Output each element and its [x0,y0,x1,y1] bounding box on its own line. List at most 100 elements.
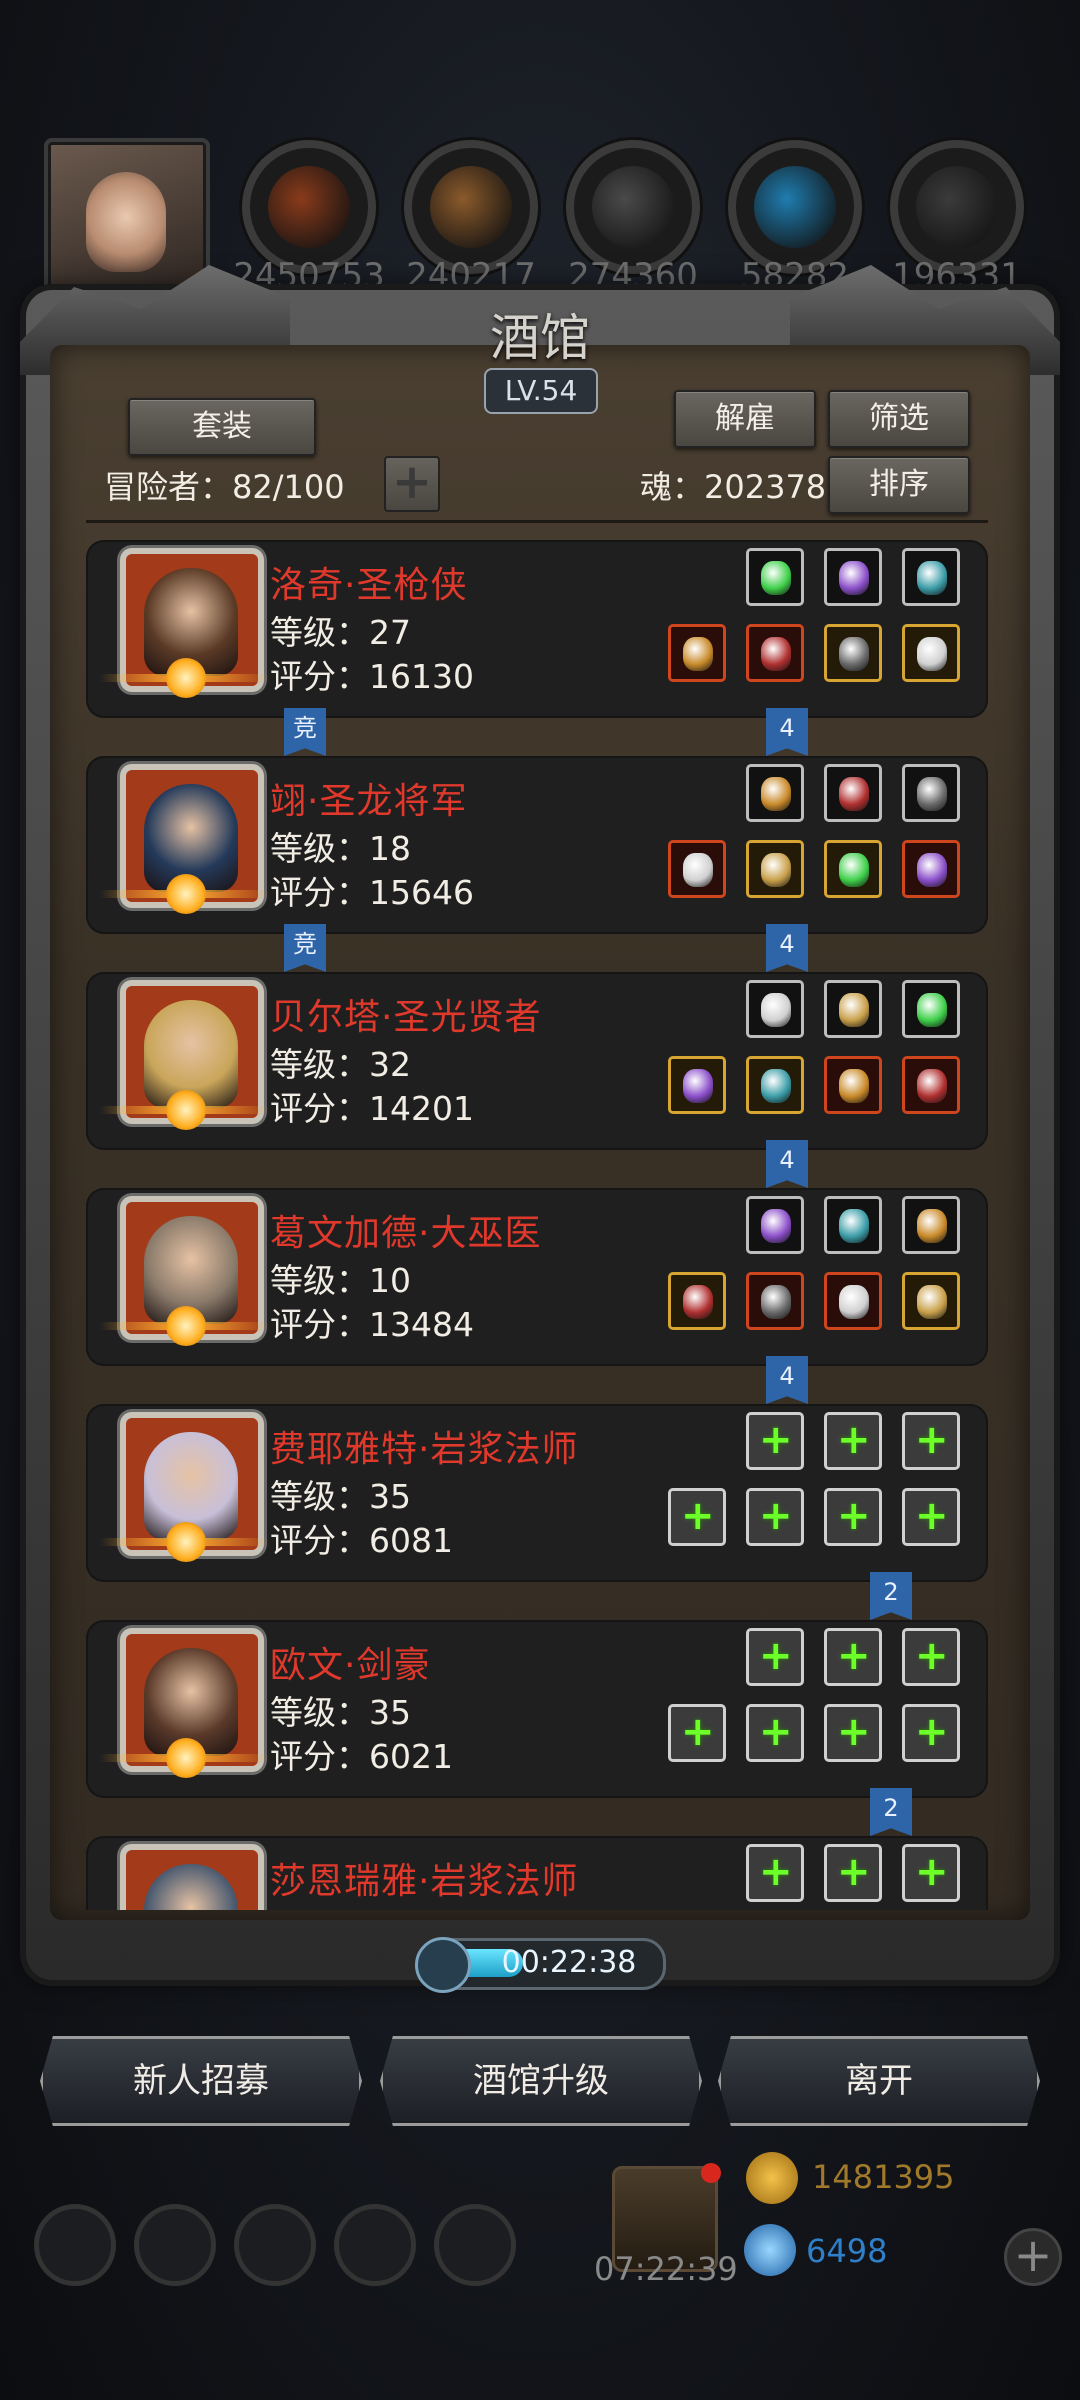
hero-card[interactable]: 欧文·剑豪 等级：35 评分：6021 + + + + + + + [86,1620,988,1798]
tavern-refresh-timer: 00:22:38 [415,1937,666,1993]
guild-icon[interactable] [234,2204,316,2286]
equipment-slot-icon[interactable] [902,980,960,1038]
equipment-slot-icon[interactable] [902,548,960,606]
equipment-slot-icon[interactable] [824,1056,882,1114]
add-equipment-icon[interactable]: + [902,1488,960,1546]
equipment-slot-icon[interactable] [902,624,960,682]
add-equipment-icon[interactable]: + [668,1704,726,1762]
equipment-slot-icon[interactable] [746,1272,804,1330]
equipment-slot-icon[interactable] [824,1196,882,1254]
equipment-slot-icon[interactable] [746,548,804,606]
add-equipment-icon[interactable]: + [746,1844,804,1902]
equipment-slot-icon[interactable] [668,840,726,898]
equipment-slot-icon[interactable] [746,1196,804,1254]
set-count-tag: 2 [870,1572,912,1620]
add-equipment-icon[interactable]: + [746,1488,804,1546]
equipment-slot-icon[interactable] [746,1056,804,1114]
add-equipment-icon[interactable]: + [902,1844,960,1902]
hero-card[interactable]: 翊·圣龙将军 等级：18 评分：15646 [86,756,988,934]
equipment-slot-icon[interactable] [902,1056,960,1114]
hero-list[interactable]: 洛奇·圣枪侠 等级：27 评分：16130 竞 4 翊·圣龙将军 等级：18 评分：15646… [86,530,988,1910]
equipment-slot-icon[interactable] [746,980,804,1038]
equipment-slot-icon[interactable] [668,1056,726,1114]
hero-name: 洛奇·圣枪侠 [270,565,468,606]
add-currency-button[interactable]: + [1004,2228,1062,2286]
star-emblem-icon [100,658,270,698]
add-equipment-icon[interactable]: + [824,1412,882,1470]
hero-level: 等级：35 [270,1477,411,1516]
equipment-slot-icon[interactable] [746,764,804,822]
add-equipment-icon[interactable]: + [902,1628,960,1686]
achievement-icon[interactable] [134,2204,216,2286]
add-capacity-button[interactable]: + [384,456,440,512]
tavern-level-badge: LV.54 [484,368,598,414]
equipment-slot-icon[interactable] [824,1272,882,1330]
hero-card[interactable]: 费耶雅特·岩浆法师 等级：35 评分：6081 + + + + + + + [86,1404,988,1582]
equipment-slot-icon[interactable] [746,624,804,682]
equipment-slot-icon[interactable] [902,840,960,898]
equipment-slot-icon[interactable] [746,840,804,898]
player-portrait-icon [86,172,166,272]
settings-icon[interactable] [34,2204,116,2286]
star-emblem-icon [100,874,270,914]
add-equipment-icon[interactable]: + [902,1704,960,1762]
equipment-slot-icon[interactable] [668,1272,726,1330]
wood-resource-icon[interactable] [404,140,538,274]
add-equipment-icon[interactable]: + [824,1628,882,1686]
add-equipment-icon[interactable]: + [746,1628,804,1686]
hero-card[interactable]: 葛文加德·大巫医 等级：10 评分：13484 [86,1188,988,1366]
soul-count: 魂：202378 [640,468,827,506]
timer-text: 00:22:38 [501,1945,637,1980]
iron-resource-icon[interactable] [566,140,700,274]
equipment-slot-icon[interactable] [902,1272,960,1330]
equipment-slot-icon[interactable] [824,980,882,1038]
sort-button[interactable]: 排序 [828,456,970,514]
filter-button[interactable]: 筛选 [828,390,970,448]
mail-icon[interactable] [334,2204,416,2286]
leave-button[interactable]: 离开 [718,2036,1040,2126]
hero-portrait[interactable] [120,1844,264,1910]
gift-timer: 07:22:39 [594,2250,738,2288]
hero-name: 葛文加德·大巫医 [270,1213,542,1254]
hero-level: 等级：32 [270,1045,411,1084]
dismiss-button[interactable]: 解雇 [674,390,816,448]
equipment-slot-icon[interactable] [824,548,882,606]
recruit-button[interactable]: 新人招募 [40,2036,362,2126]
resource-image [268,166,350,248]
add-equipment-icon[interactable]: + [746,1704,804,1762]
add-equipment-icon[interactable]: + [668,1488,726,1546]
add-equipment-icon[interactable]: + [824,1844,882,1902]
set-count-tag: 4 [766,924,808,972]
equipment-slot-icon[interactable] [668,624,726,682]
hero-face-icon [144,1864,238,1910]
equipment-slot-icon[interactable] [824,624,882,682]
hero-name: 费耶雅特·岩浆法师 [270,1429,579,1470]
player-avatar[interactable] [44,138,210,304]
hero-card[interactable]: 洛奇·圣枪侠 等级：27 评分：16130 [86,540,988,718]
add-equipment-icon[interactable]: + [902,1412,960,1470]
equipment-slot-icon[interactable] [902,1196,960,1254]
equipment-slot-icon[interactable] [902,764,960,822]
add-equipment-icon[interactable]: + [824,1488,882,1546]
hero-card[interactable]: 莎恩瑞雅·岩浆法师 + + + [86,1836,988,1910]
add-equipment-icon[interactable]: + [824,1704,882,1762]
hero-score: 评分：15646 [270,873,474,912]
equipment-slot-icon[interactable] [824,764,882,822]
star-emblem-icon [100,1738,270,1778]
star-emblem-icon [100,1306,270,1346]
stone-resource-icon[interactable] [890,140,1024,274]
meat-resource-icon[interactable] [242,140,376,274]
crystal-resource-icon[interactable] [728,140,862,274]
hero-card[interactable]: 贝尔塔·圣光贤者 等级：32 评分：14201 [86,972,988,1150]
hero-score: 评分：13484 [270,1305,474,1344]
tavern-upgrade-button[interactable]: 酒馆升级 [380,2036,702,2126]
resource-image [916,166,998,248]
friends-icon[interactable] [434,2204,516,2286]
suit-button[interactable]: 套装 [128,398,316,456]
hero-name: 欧文·剑豪 [270,1645,431,1686]
resource-image [592,166,674,248]
star-emblem-icon [100,1522,270,1562]
add-equipment-icon[interactable]: + [746,1412,804,1470]
equipment-slot-icon[interactable] [824,840,882,898]
divider [86,520,988,523]
